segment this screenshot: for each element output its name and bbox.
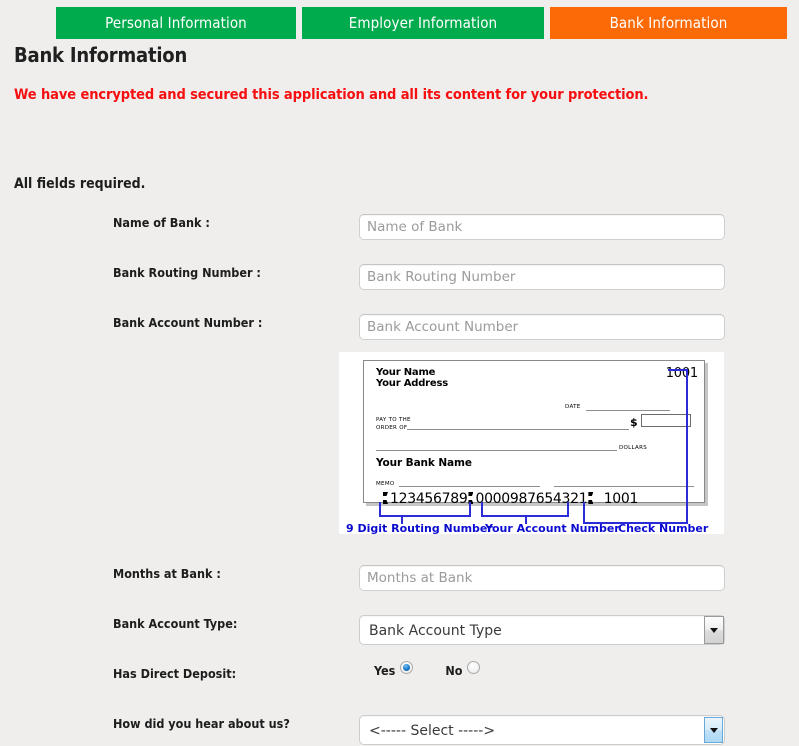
- check-date-label: DATE: [565, 404, 581, 410]
- hear-about-us-selected-value: <----- Select ----->: [369, 723, 496, 739]
- bank-name-input[interactable]: [359, 214, 725, 240]
- direct-deposit-no-option[interactable]: No: [445, 661, 481, 681]
- routing-bracket-bottom: [379, 515, 471, 517]
- sample-check-image: Your Name Your Address 1001 DATE PAY TO …: [339, 352, 724, 535]
- hear-about-us-select[interactable]: <----- Select ----->: [359, 715, 725, 745]
- months-at-bank-input[interactable]: [359, 565, 725, 591]
- bank-routing-number-input[interactable]: [359, 264, 725, 290]
- check-pay-to-the-label: PAY TO THE: [376, 417, 411, 423]
- all-fields-required-note: All fields required.: [14, 176, 146, 192]
- check-number-rail-vertical: [686, 369, 688, 524]
- tab-employer-information[interactable]: Employer Information: [302, 7, 544, 39]
- label-how-did-you-hear: How did you hear about us?: [113, 716, 290, 731]
- security-notice: We have encrypted and secured this appli…: [14, 87, 649, 103]
- micr-account-number: 0000987654321: [475, 491, 588, 507]
- check-order-of-label: ORDER OF: [376, 425, 408, 431]
- check-your-name: Your Name: [376, 367, 436, 378]
- annotation-account-number: Your Account Number: [485, 522, 620, 535]
- check-memo-label: MEMO: [376, 481, 395, 487]
- routing-bracket-right: [469, 502, 471, 517]
- bank-account-type-select[interactable]: Bank Account Type: [359, 615, 725, 645]
- label-name-of-bank: Name of Bank :: [113, 215, 210, 230]
- check-signature-line: [554, 486, 694, 487]
- micr-routing-number: 123456789: [390, 491, 468, 507]
- check-micr-line: 123456789 0000987654321 1001: [382, 491, 638, 507]
- annotation-routing-number: 9 Digit Routing Number: [346, 522, 493, 535]
- check-number-leader: [583, 502, 585, 524]
- label-bank-routing-number: Bank Routing Number :: [113, 265, 261, 280]
- check-bank-name: Your Bank Name: [376, 457, 472, 469]
- direct-deposit-yes-option[interactable]: Yes: [374, 661, 414, 681]
- tab-bar: Personal Information Employer Informatio…: [0, 7, 799, 39]
- account-bracket-right: [567, 502, 569, 517]
- direct-deposit-no-label: No: [445, 663, 463, 678]
- micr-transit-symbol-icon: [382, 492, 390, 505]
- label-months-at-bank: Months at Bank :: [113, 566, 221, 581]
- direct-deposit-no-radio[interactable]: [467, 661, 481, 674]
- direct-deposit-yes-radio[interactable]: [400, 661, 414, 674]
- check-date-line: [586, 410, 670, 411]
- label-bank-account-type: Bank Account Type:: [113, 616, 238, 631]
- tab-bank-information[interactable]: Bank Information: [550, 7, 787, 39]
- check-number-rail-horizontal: [668, 369, 688, 371]
- chevron-down-icon[interactable]: [704, 717, 723, 743]
- check-dollar-sign: $: [630, 416, 638, 429]
- check-amount-words-line: [376, 450, 617, 451]
- label-bank-account-number: Bank Account Number :: [113, 315, 263, 330]
- chevron-down-icon[interactable]: [704, 616, 724, 644]
- check-dollars-label: DOLLARS: [619, 445, 647, 451]
- micr-on-us-symbol-icon: [587, 492, 595, 505]
- micr-check-number: 1001: [603, 491, 639, 507]
- tab-personal-information[interactable]: Personal Information: [56, 7, 296, 39]
- bank-account-type-selected-value: Bank Account Type: [369, 623, 502, 639]
- label-has-direct-deposit: Has Direct Deposit:: [113, 666, 237, 681]
- annotation-check-number: Check Number: [618, 522, 709, 535]
- check-payee-line: [407, 429, 629, 430]
- direct-deposit-radio-group: Yes No: [374, 661, 481, 681]
- check-body: Your Name Your Address 1001 DATE PAY TO …: [363, 360, 705, 507]
- check-memo-line: [399, 486, 540, 487]
- check-amount-box: [641, 414, 691, 427]
- page-title: Bank Information: [14, 43, 188, 67]
- direct-deposit-yes-label: Yes: [374, 663, 396, 678]
- bank-account-number-input[interactable]: [359, 314, 725, 340]
- check-your-address: Your Address: [376, 378, 448, 389]
